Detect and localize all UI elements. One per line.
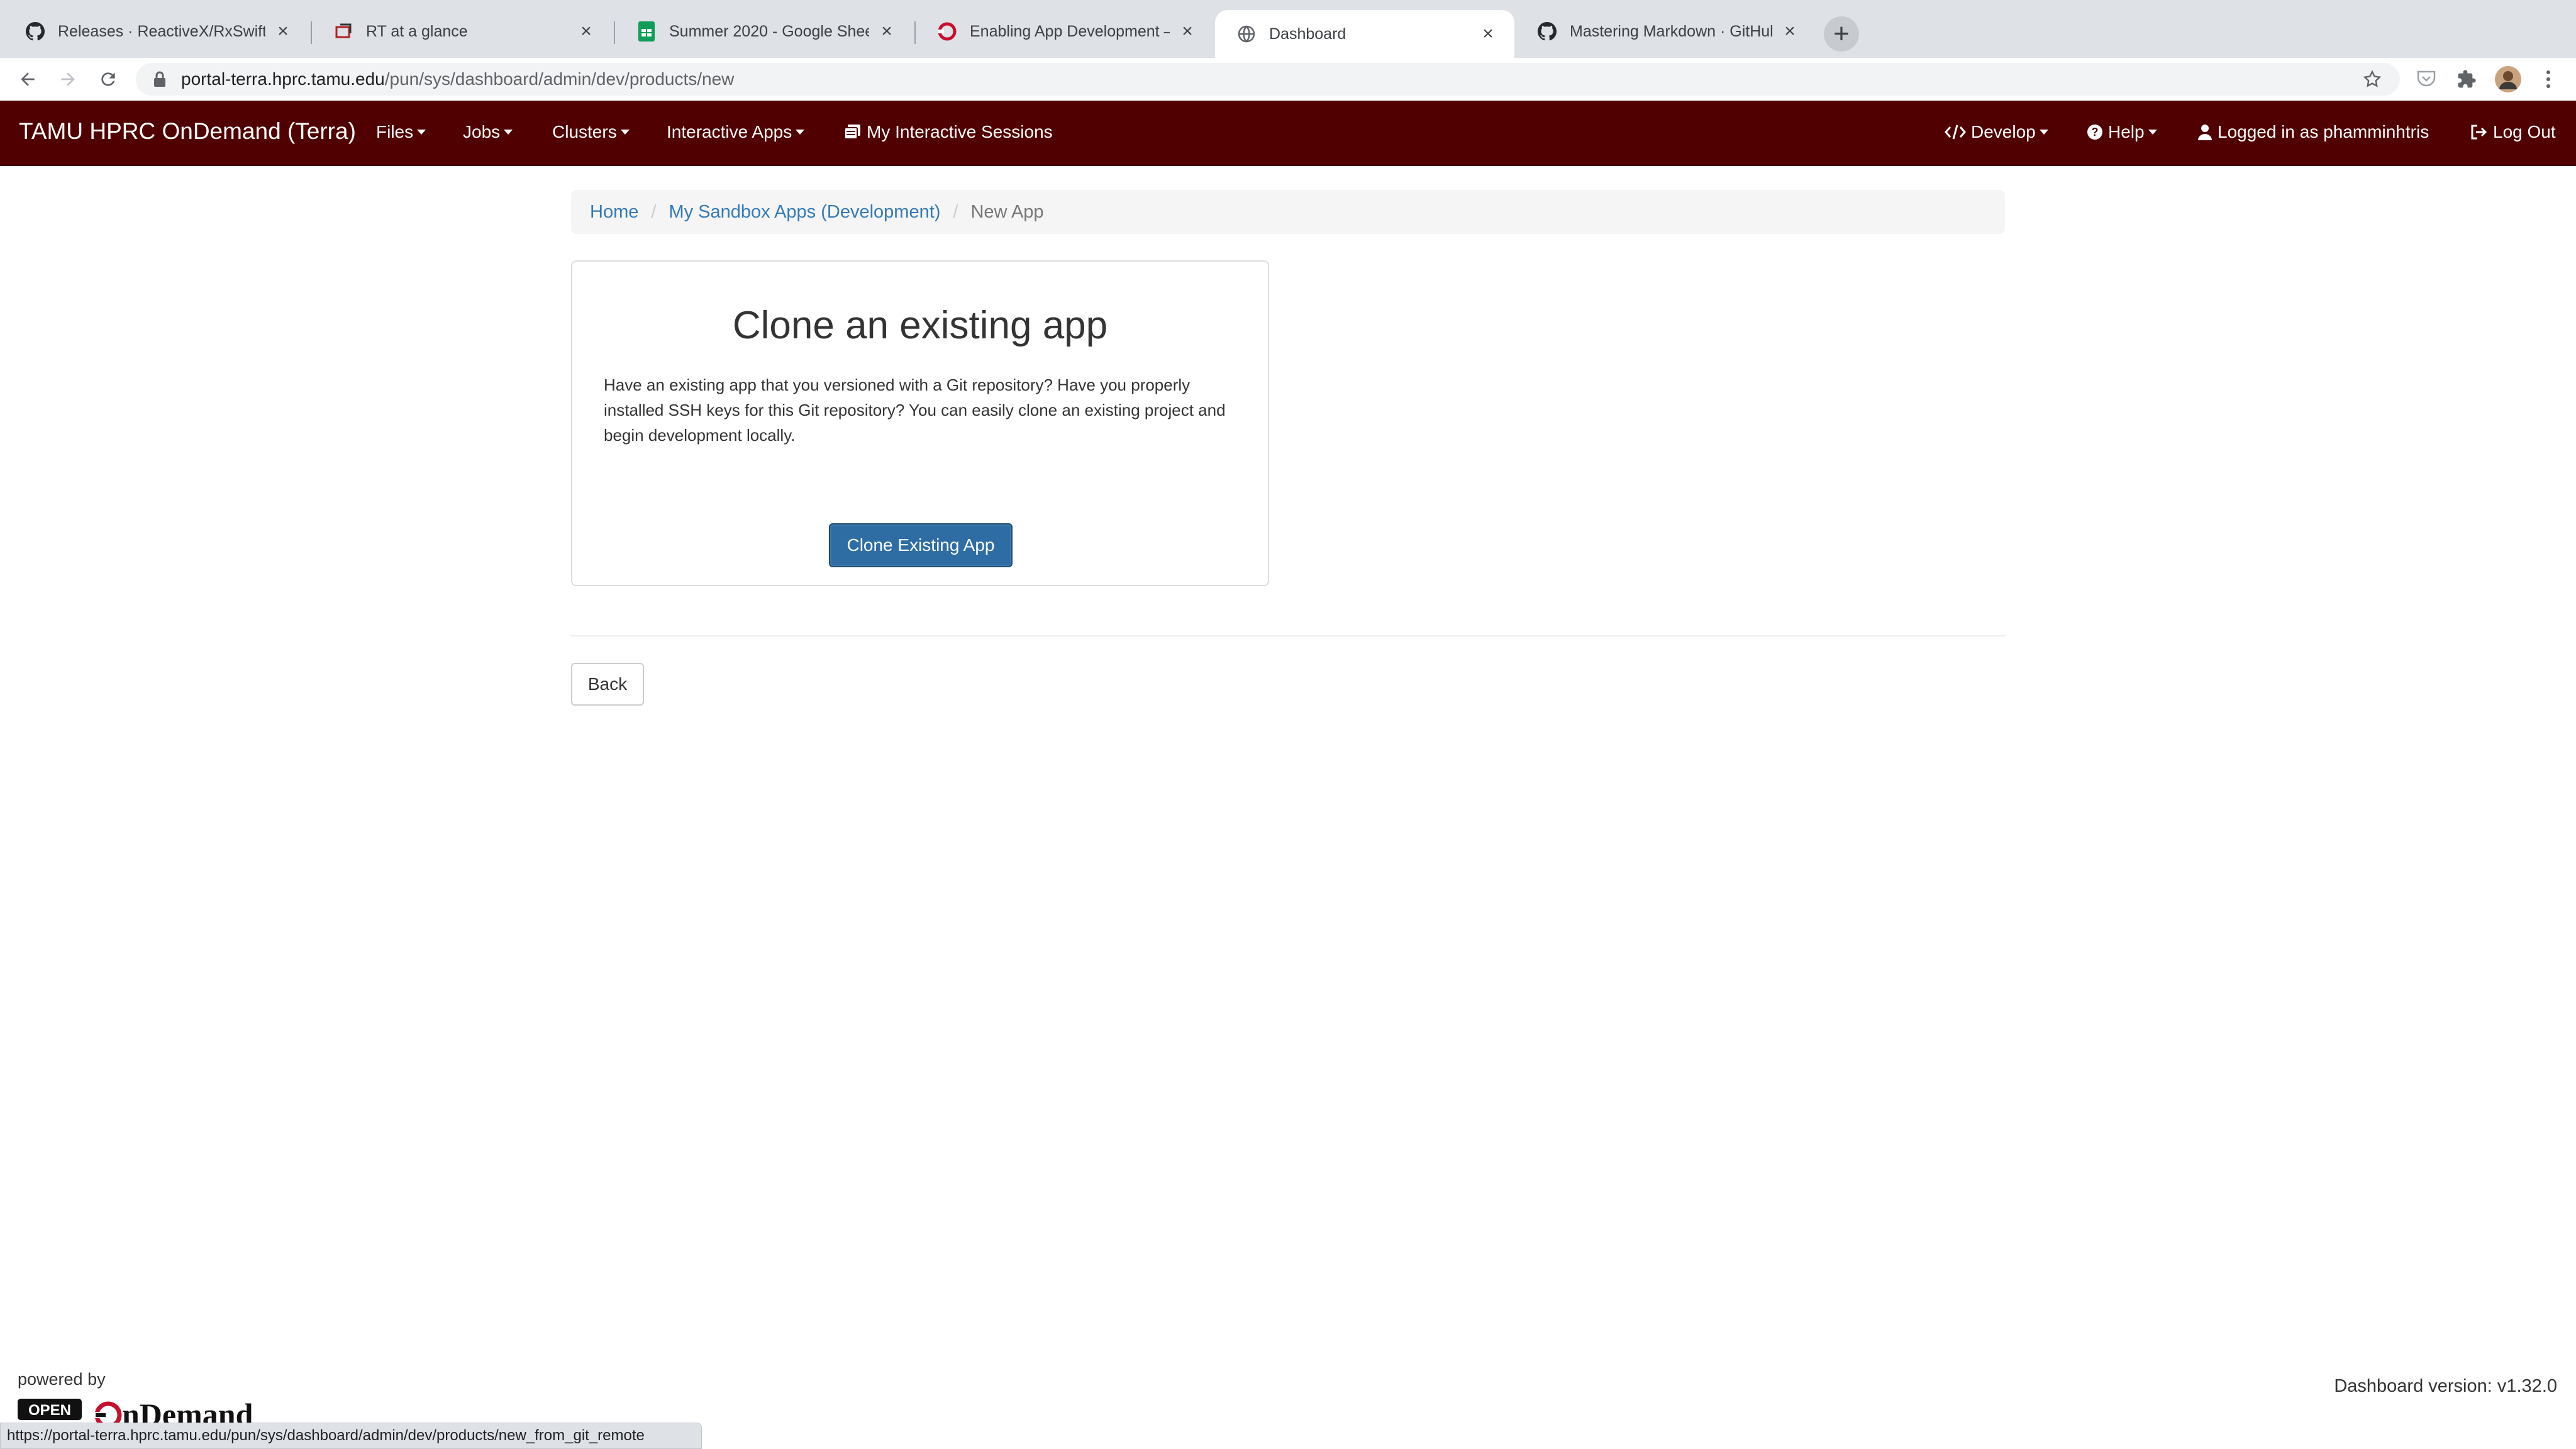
nav-files-dropdown[interactable]: Files	[376, 122, 426, 142]
browser-tab-enabling-app-dev[interactable]: Enabling App Development — ×	[916, 10, 1214, 53]
nav-clusters-dropdown[interactable]: Clusters	[552, 122, 630, 142]
address-bar[interactable]: portal-terra.hprc.tamu.edu/pun/sys/dashb…	[136, 63, 2400, 96]
browser-tab-rxswift[interactable]: Releases · ReactiveX/RxSwift ×	[4, 10, 309, 53]
url-text: portal-terra.hprc.tamu.edu/pun/sys/dashb…	[181, 69, 734, 89]
breadcrumb-current: New App	[970, 201, 1044, 222]
breadcrumb-separator: /	[651, 201, 657, 222]
dashboard-version: Dashboard version: v1.32.0	[2334, 1376, 2557, 1396]
nav-files-label: Files	[376, 122, 414, 142]
nav-develop-dropdown[interactable]: Develop	[1945, 122, 2048, 142]
caret-down-icon	[620, 130, 630, 135]
github-icon	[25, 21, 45, 42]
browser-toolbar: portal-terra.hprc.tamu.edu/pun/sys/dashb…	[0, 58, 2576, 101]
pocket-icon[interactable]	[2415, 68, 2438, 91]
user-icon	[2197, 124, 2212, 140]
caret-down-icon	[2039, 130, 2048, 135]
caret-down-icon	[796, 130, 805, 135]
plus-icon: +	[1833, 18, 1850, 49]
svg-text:?: ?	[2092, 126, 2099, 138]
tab-title: Enabling App Development —	[970, 22, 1170, 40]
new-tab-button[interactable]: +	[1824, 16, 1859, 52]
powered-by-label: powered by	[18, 1370, 106, 1389]
tab-title: RT at a glance	[366, 22, 468, 40]
logo-open-text: OPEN	[28, 1402, 71, 1419]
browser-tab-strip: Releases · ReactiveX/RxSwift × RT at a g…	[0, 0, 2576, 58]
logout-icon	[2470, 124, 2488, 140]
nav-my-interactive-sessions[interactable]: My Interactive Sessions	[844, 122, 1053, 142]
close-icon[interactable]: ×	[1179, 22, 1196, 41]
breadcrumb-sandbox-link[interactable]: My Sandbox Apps (Development)	[669, 202, 940, 223]
nav-jobs-dropdown[interactable]: Jobs	[463, 122, 513, 142]
navbar-brand[interactable]: TAMU HPRC OnDemand (Terra)	[19, 118, 356, 145]
panel-title: Clone an existing app	[732, 304, 1108, 347]
sheets-icon	[636, 21, 657, 42]
globe-icon	[1236, 24, 1257, 44]
lock-icon	[151, 70, 169, 88]
caret-down-icon	[504, 130, 513, 135]
browser-tab-sheets[interactable]: Summer 2020 - Google Sheets ×	[615, 10, 913, 53]
close-icon[interactable]: ×	[577, 22, 595, 41]
panel-description: Have an existing app that you versioned …	[604, 375, 1226, 445]
code-icon	[1945, 124, 1966, 140]
tab-title: Dashboard	[1269, 25, 1346, 43]
nav-sessions-label: My Interactive Sessions	[867, 122, 1053, 142]
nav-clusters-label: Clusters	[552, 122, 617, 142]
nav-logged-in-label: Logged in as phamminhtris	[2218, 122, 2429, 142]
breadcrumb-separator: /	[953, 201, 958, 222]
caret-down-icon	[417, 130, 426, 135]
bookmark-star-icon[interactable]	[2362, 69, 2382, 89]
nav-interactive-apps-dropdown[interactable]: Interactive Apps	[667, 122, 805, 142]
question-circle-icon: ?	[2087, 124, 2103, 140]
breadcrumb-home-link[interactable]: Home	[590, 202, 638, 223]
profile-avatar[interactable]	[2494, 65, 2522, 93]
reload-icon[interactable]	[94, 65, 122, 93]
divider	[571, 635, 2005, 636]
nav-interactive-apps-label: Interactive Apps	[667, 122, 792, 142]
nav-logout[interactable]: Log Out	[2470, 122, 2556, 142]
github-icon	[1537, 21, 1557, 42]
close-icon[interactable]: ×	[878, 22, 896, 41]
browser-status-bar: https://portal-terra.hprc.tamu.edu/pun/s…	[0, 1423, 702, 1449]
url-host: portal-terra.hprc.tamu.edu	[181, 69, 385, 89]
url-path: /pun/sys/dashboard/admin/dev/products/ne…	[384, 69, 735, 89]
forward-arrow-icon[interactable]	[54, 65, 82, 93]
browser-tab-dashboard[interactable]: Dashboard ×	[1215, 10, 1514, 58]
close-icon[interactable]: ×	[1479, 25, 1497, 43]
tab-title: Summer 2020 - Google Sheets	[669, 22, 869, 40]
nav-develop-label: Develop	[1971, 122, 2036, 142]
clone-app-panel: Clone an existing app Have an existing a…	[571, 260, 1269, 586]
caret-down-icon	[2148, 130, 2157, 135]
ondemand-icon	[937, 21, 957, 42]
tab-title: Releases · ReactiveX/RxSwift	[58, 22, 265, 40]
back-arrow-icon[interactable]	[14, 65, 42, 93]
rt-icon	[333, 21, 353, 42]
nav-jobs-label: Jobs	[463, 122, 501, 142]
close-icon[interactable]: ×	[1781, 22, 1799, 41]
extensions-puzzle-icon[interactable]	[2455, 68, 2478, 91]
browser-tab-rt[interactable]: RT at a glance ×	[312, 10, 613, 53]
breadcrumb: Home / My Sandbox Apps (Development) / N…	[571, 190, 2005, 234]
nav-help-dropdown[interactable]: ? Help	[2087, 122, 2157, 142]
more-vertical-icon[interactable]	[2537, 68, 2560, 91]
sessions-icon	[844, 124, 862, 140]
clone-existing-app-button[interactable]: Clone Existing App	[829, 523, 1013, 567]
app-navbar: TAMU HPRC OnDemand (Terra) Files Jobs Cl…	[0, 101, 2576, 166]
back-button[interactable]: Back	[571, 663, 644, 706]
tab-title: Mastering Markdown · GitHub	[1570, 22, 1772, 40]
nav-logout-label: Log Out	[2493, 122, 2556, 142]
browser-tab-markdown[interactable]: Mastering Markdown · GitHub ×	[1516, 10, 1816, 53]
nav-logged-in-user[interactable]: Logged in as phamminhtris	[2197, 122, 2429, 142]
nav-help-label: Help	[2108, 122, 2145, 142]
close-icon[interactable]: ×	[274, 22, 292, 41]
